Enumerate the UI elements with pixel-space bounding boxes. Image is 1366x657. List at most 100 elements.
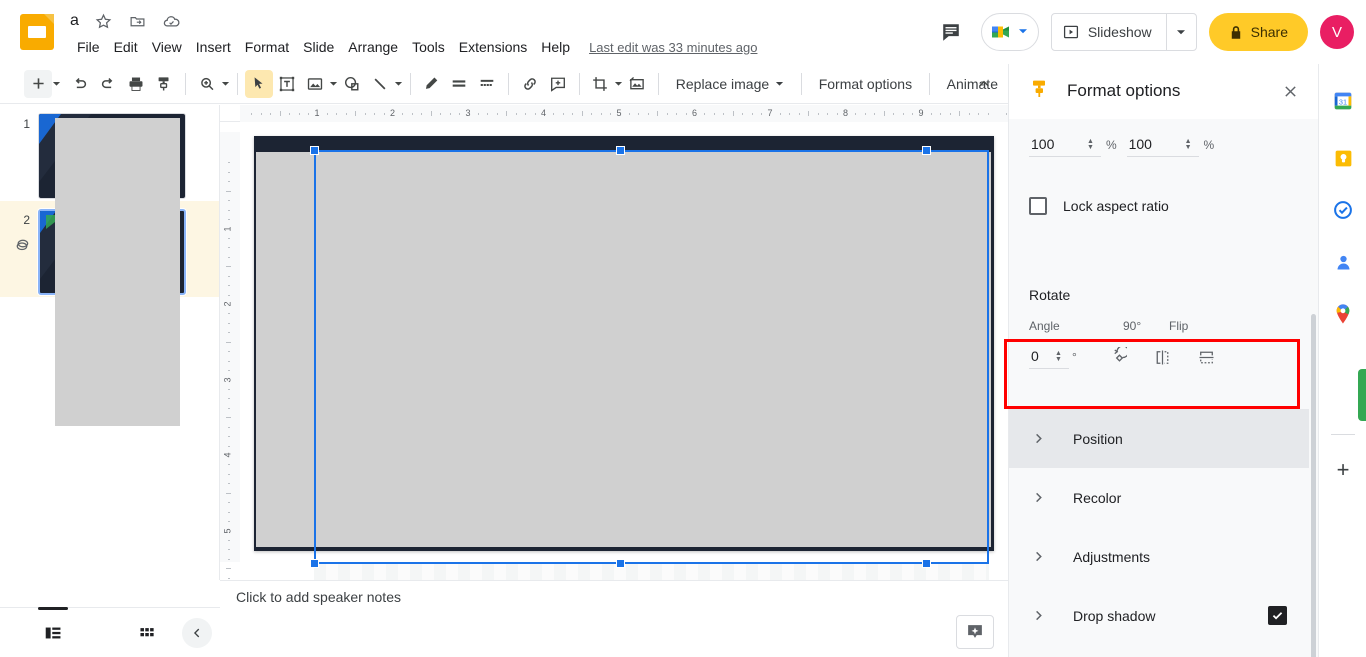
selection-handle-top-center[interactable] (616, 146, 625, 155)
google-keep-icon[interactable] (1328, 143, 1358, 173)
line-button[interactable] (366, 70, 394, 98)
line-caret-icon[interactable] (394, 79, 403, 88)
collapse-filmstrip-icon[interactable] (182, 617, 212, 648)
speaker-notes-pane[interactable]: Click to add speaker notes (220, 580, 1008, 657)
ruler-label: 7 (767, 108, 773, 118)
shape-button[interactable] (338, 70, 366, 98)
drop-shadow-checkbox[interactable] (1268, 606, 1287, 625)
ruler-tick (893, 112, 895, 115)
curve-button[interactable] (417, 70, 445, 98)
mask-image-button[interactable] (623, 70, 651, 98)
menu-view[interactable]: View (145, 36, 189, 58)
ruler-tick (761, 112, 763, 115)
ruler-tick (449, 112, 451, 115)
menu-extensions[interactable]: Extensions (452, 36, 534, 58)
selection-handle-bottom-left[interactable] (310, 559, 319, 568)
zoom-button[interactable] (193, 70, 221, 98)
ruler-tick (226, 341, 231, 343)
google-tasks-icon[interactable] (1328, 195, 1358, 225)
layout-button[interactable] (473, 70, 501, 98)
crop-caret-icon[interactable] (614, 79, 623, 88)
lock-aspect-ratio-row[interactable]: Lock aspect ratio (1029, 197, 1169, 215)
speaker-notes-placeholder[interactable]: Click to add speaker notes (236, 589, 401, 605)
slide-stage[interactable] (240, 122, 1008, 595)
section-adjustments[interactable]: Adjustments (1009, 527, 1309, 586)
selection-handle-bottom-right[interactable] (922, 559, 931, 568)
close-icon[interactable] (1275, 76, 1305, 106)
menu-file[interactable]: File (70, 36, 107, 58)
cloud-saved-icon[interactable] (161, 11, 181, 31)
grid-view-icon[interactable] (124, 615, 170, 651)
redo-button[interactable] (94, 70, 122, 98)
replace-image-button[interactable]: Replace image (666, 70, 794, 98)
comment-history-icon[interactable] (933, 14, 969, 50)
select-tool-button[interactable] (244, 69, 273, 98)
flip-horizontal-button[interactable] (1147, 341, 1179, 373)
replace-image-caret-icon (776, 81, 784, 86)
scale-height-stepper[interactable]: ▲ ▼ (1185, 138, 1192, 151)
play-icon (1063, 25, 1078, 39)
move-to-folder-icon[interactable] (127, 11, 147, 31)
ruler-tick (227, 322, 230, 324)
filmstrip-view-icon[interactable] (30, 606, 76, 651)
background-button[interactable] (445, 70, 473, 98)
panel-scrollbar[interactable] (1311, 314, 1316, 657)
avatar[interactable]: V (1320, 15, 1354, 49)
ruler-tick (808, 111, 810, 116)
section-recolor[interactable]: Recolor (1009, 468, 1309, 527)
menu-format[interactable]: Format (238, 36, 296, 58)
section-position[interactable]: Position (1009, 409, 1309, 468)
ruler-tick (227, 398, 230, 400)
share-button[interactable]: Share (1208, 13, 1308, 51)
google-calendar-icon[interactable]: 31 (1328, 86, 1358, 116)
insert-link-button[interactable] (516, 70, 544, 98)
scale-height-unit: % (1203, 138, 1215, 152)
selected-image[interactable] (256, 152, 991, 547)
insert-image-button[interactable] (301, 70, 329, 98)
join-meet-button[interactable] (980, 13, 1039, 51)
print-button[interactable] (122, 70, 150, 98)
selection-handle-bottom-center[interactable] (616, 559, 625, 568)
add-comment-button[interactable] (544, 70, 572, 98)
rotate-90-button[interactable] (1101, 341, 1133, 373)
slideshow-button[interactable]: Slideshow (1052, 14, 1166, 50)
new-slide-button[interactable] (24, 69, 52, 98)
menu-help[interactable]: Help (534, 36, 577, 58)
flip-vertical-button[interactable] (1191, 341, 1223, 373)
explore-button[interactable] (956, 615, 994, 649)
zoom-caret-icon[interactable] (221, 79, 230, 88)
selection-handle-top-right[interactable] (922, 146, 931, 155)
section-reflection[interactable]: Reflection (1009, 645, 1309, 657)
menu-tools[interactable]: Tools (405, 36, 452, 58)
last-edit-link[interactable]: Last edit was 33 minutes ago (589, 40, 757, 55)
menu-edit[interactable]: Edit (107, 36, 145, 58)
google-contacts-icon[interactable] (1328, 247, 1358, 277)
ruler-label: 5 (222, 527, 233, 534)
menu-slide[interactable]: Slide (296, 36, 341, 58)
angle-stepper[interactable]: ▲ ▼ (1055, 350, 1062, 363)
collapse-toolbar-icon[interactable] (970, 70, 998, 98)
insert-image-caret-icon[interactable] (329, 79, 338, 88)
scale-width-stepper[interactable]: ▲ ▼ (1087, 138, 1094, 151)
google-maps-icon[interactable] (1328, 299, 1358, 329)
horizontal-ruler[interactable]: 1 2 3 4 5 6 7 8 9 (220, 105, 1008, 122)
angle-input[interactable] (1029, 345, 1069, 369)
side-panel-tab[interactable] (1358, 369, 1366, 421)
ruler-tick (227, 181, 230, 183)
text-box-button[interactable] (273, 70, 301, 98)
undo-button[interactable] (66, 70, 94, 98)
section-drop-shadow[interactable]: Drop shadow (1009, 586, 1309, 645)
format-options-button[interactable]: Format options (809, 70, 922, 98)
crop-button[interactable] (586, 70, 614, 98)
document-title[interactable]: a (70, 12, 79, 30)
slideshow-options-caret-icon[interactable] (1165, 14, 1196, 50)
vertical-ruler[interactable]: 1 2 3 4 5 (220, 122, 240, 589)
lock-aspect-ratio-checkbox[interactable] (1029, 197, 1047, 215)
add-app-button[interactable]: + (1328, 455, 1358, 485)
star-icon[interactable] (93, 11, 113, 31)
new-slide-caret-icon[interactable] (52, 70, 61, 98)
selection-handle-top-left[interactable] (310, 146, 319, 155)
menu-arrange[interactable]: Arrange (341, 36, 405, 58)
paint-format-button[interactable] (150, 70, 178, 98)
menu-insert[interactable]: Insert (189, 36, 238, 58)
